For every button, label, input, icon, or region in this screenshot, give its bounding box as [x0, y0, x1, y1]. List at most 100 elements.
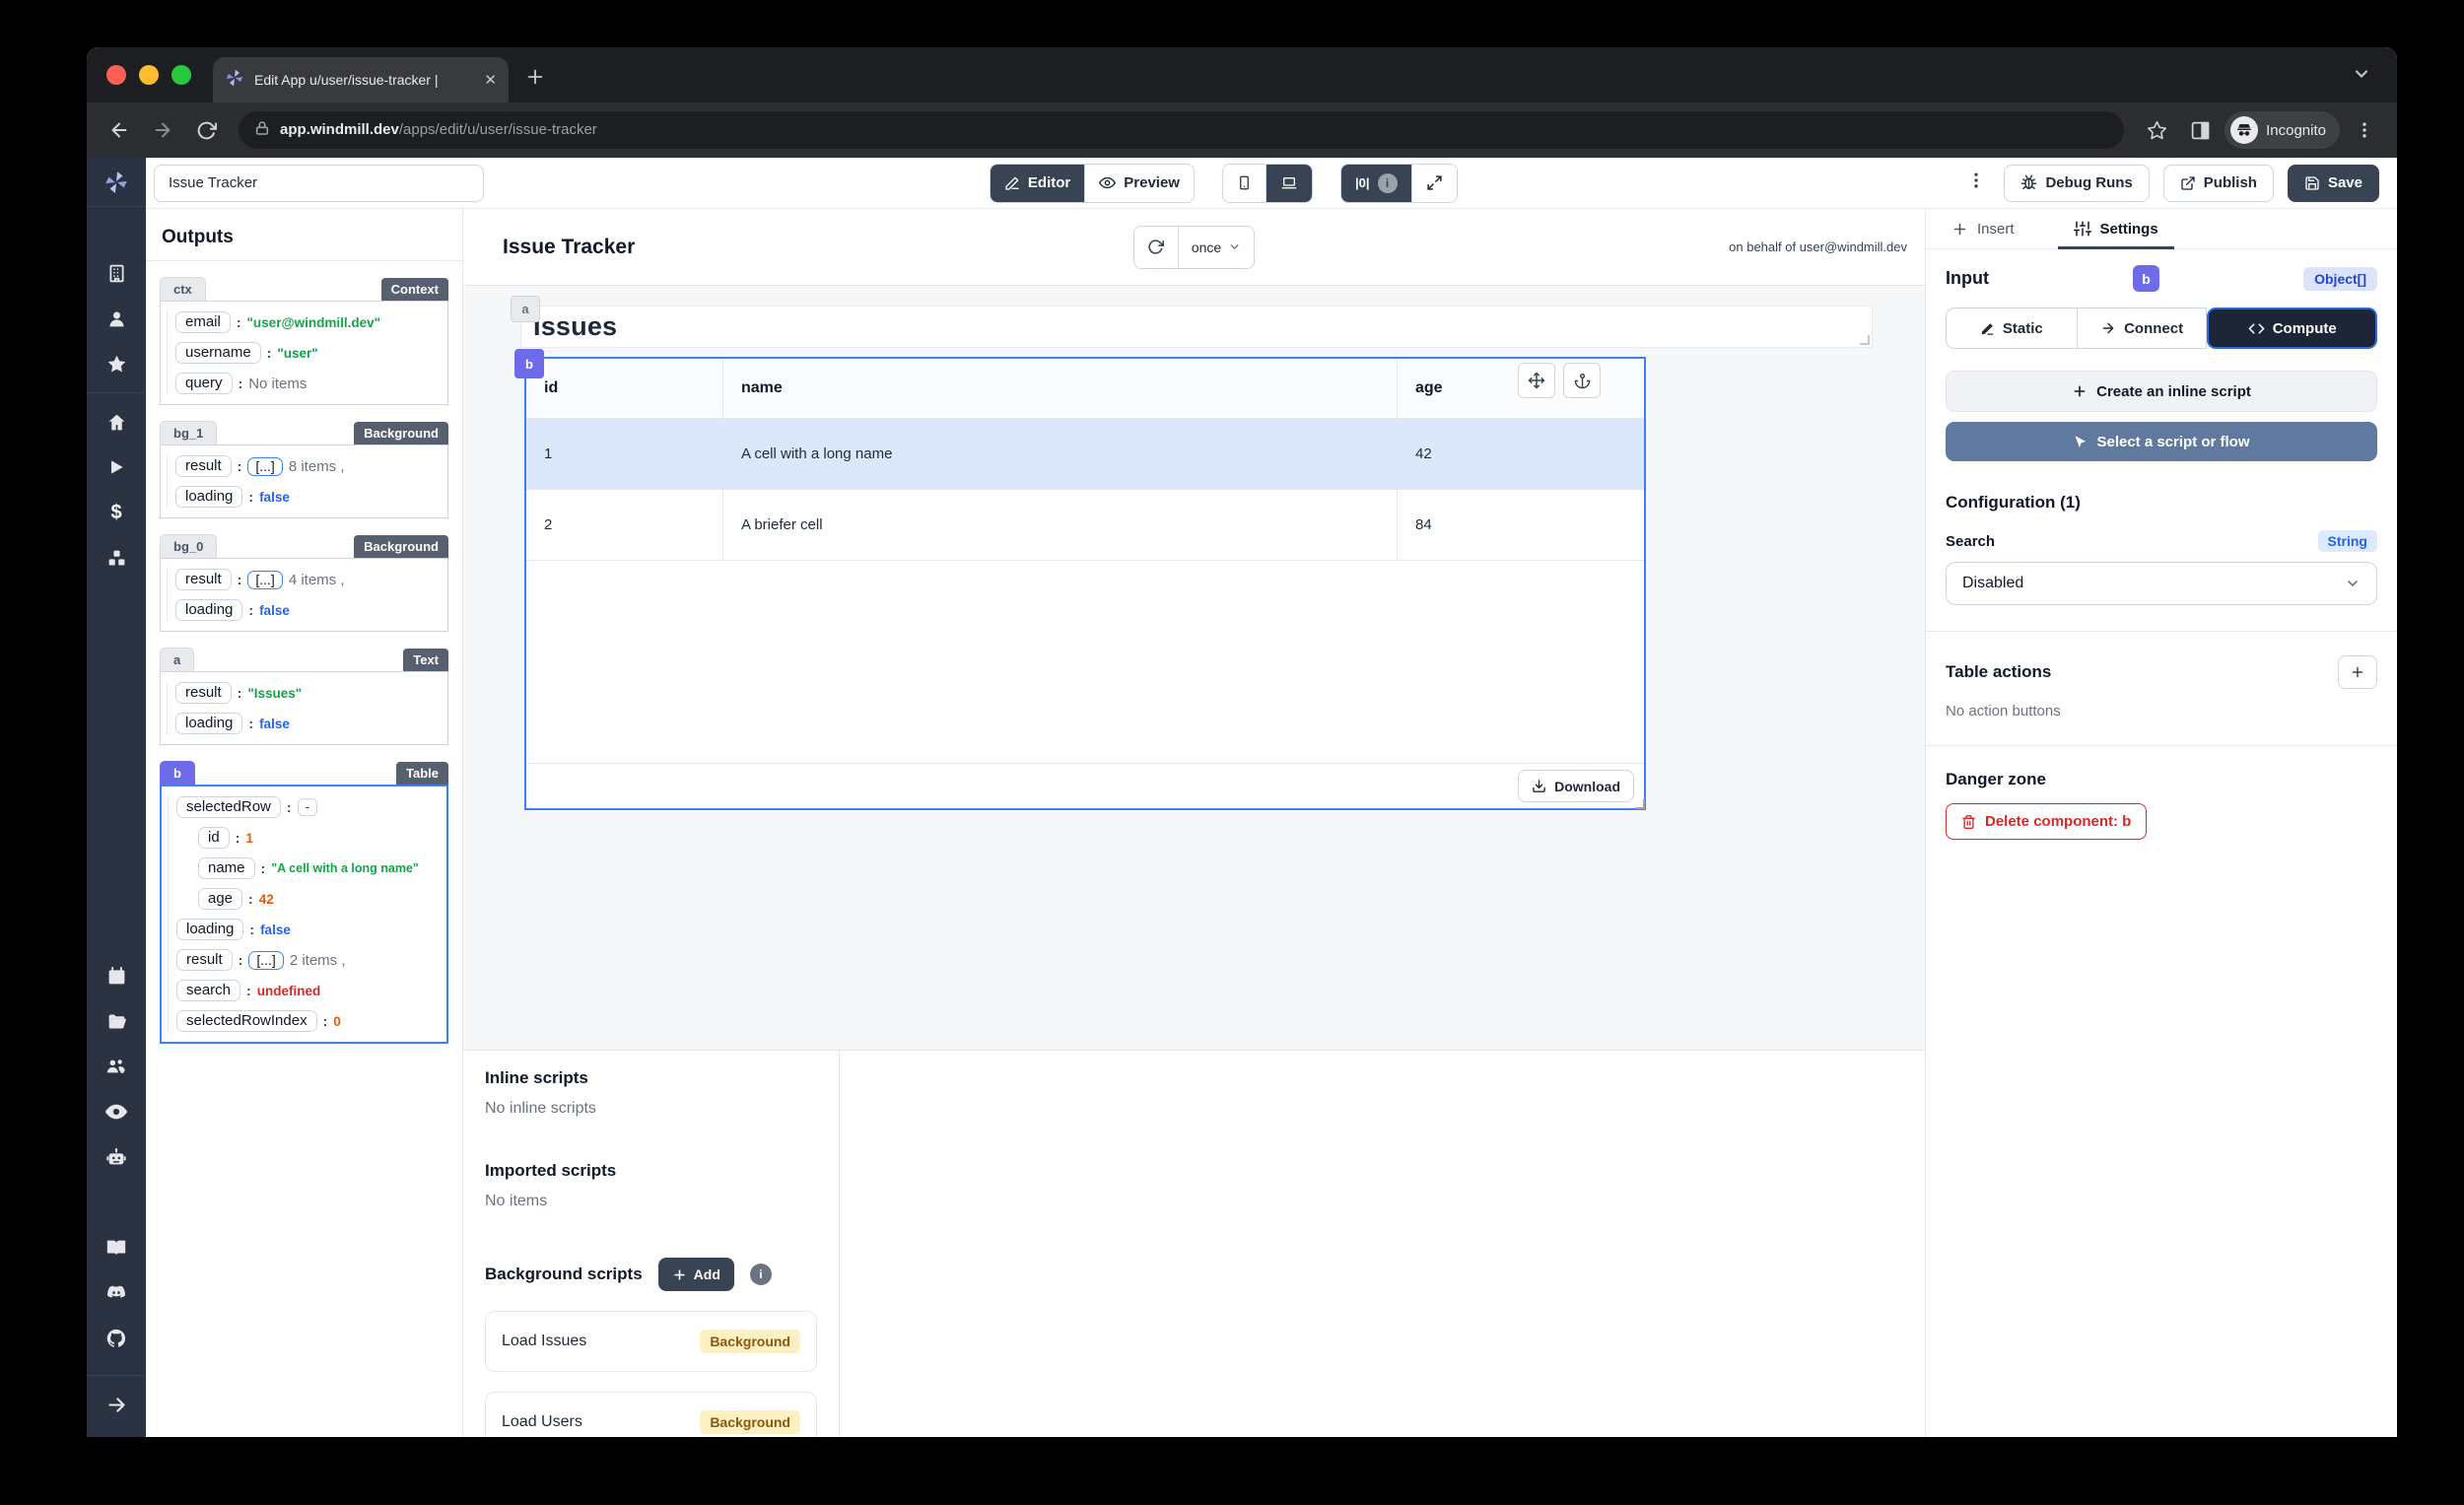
url-input[interactable]: app.windmill.dev/apps/edit/u/user/issue-… [239, 111, 2125, 149]
table-header-cell[interactable]: id [526, 359, 723, 418]
more-options-icon[interactable] [1962, 171, 1990, 195]
output-row[interactable]: id:1 [198, 827, 439, 849]
info-icon[interactable]: i [749, 1264, 772, 1285]
output-row[interactable]: search: undefined [176, 980, 439, 1001]
expand-array-button[interactable]: [...] [247, 570, 283, 589]
browser-tab[interactable]: Edit App u/user/issue-tracker | ✕ [213, 57, 509, 103]
resize-handle[interactable] [1860, 335, 1870, 345]
add-table-action-button[interactable] [2338, 655, 2377, 689]
component-id-tab[interactable]: ctx [160, 277, 206, 301]
discord-icon[interactable] [87, 1270, 146, 1316]
static-mode-button[interactable]: Static [1946, 308, 2077, 349]
tab-close-icon[interactable]: ✕ [484, 71, 497, 89]
user-icon[interactable] [87, 296, 146, 341]
move-component-button[interactable] [1518, 363, 1555, 398]
app-canvas[interactable]: a Issues b id name age 1 A cell with a l… [463, 286, 1925, 1050]
workers-robot-icon[interactable] [87, 1134, 146, 1180]
create-inline-script-button[interactable]: Create an inline script [1946, 371, 2377, 412]
delete-component-button[interactable]: Delete component: b [1946, 803, 2148, 840]
add-background-script-button[interactable]: Add [657, 1258, 734, 1291]
output-row[interactable]: loading: false [175, 486, 440, 508]
output-row[interactable]: loading: false [175, 713, 440, 734]
maximize-window-button[interactable] [171, 65, 191, 85]
tab-insert[interactable]: Insert [1948, 209, 2019, 248]
browser-menu-icon[interactable] [2346, 111, 2383, 149]
component-id-tab[interactable]: bg_1 [160, 421, 218, 445]
home-icon[interactable] [87, 399, 146, 445]
collapse-sidebar-arrow-icon[interactable] [87, 1382, 146, 1427]
anchor-component-button[interactable] [1563, 363, 1601, 398]
favorites-star-icon[interactable] [87, 341, 146, 386]
workspace-icon[interactable] [87, 250, 146, 296]
text-component-value: Issues [533, 311, 618, 341]
bookmark-star-icon[interactable] [2138, 111, 2175, 149]
github-icon[interactable] [87, 1316, 146, 1361]
expand-array-button[interactable]: [...] [248, 950, 284, 970]
output-row[interactable]: loading: false [175, 599, 440, 621]
output-row[interactable]: selectedRowIndex:0 [176, 1010, 439, 1032]
audit-logs-eye-icon[interactable] [87, 1089, 146, 1134]
output-row[interactable]: username: "user" [175, 342, 440, 364]
table-component-selected[interactable]: id name age 1 A cell with a long name 42… [524, 357, 1646, 810]
preview-tab[interactable]: Preview [1084, 164, 1194, 202]
incognito-badge[interactable]: Incognito [2224, 111, 2340, 149]
refresh-button[interactable] [1133, 226, 1178, 268]
output-row[interactable]: result: [...] 8 items , [175, 455, 440, 477]
resize-handle[interactable] [1635, 799, 1645, 809]
background-script-item[interactable]: Load Users Background [485, 1392, 817, 1437]
output-row[interactable]: result: [...] 4 items , [175, 569, 440, 590]
reload-icon[interactable] [187, 111, 225, 149]
refresh-mode-dropdown[interactable]: once [1177, 226, 1255, 268]
background-script-item[interactable]: Load Issues Background [485, 1311, 817, 1372]
download-button[interactable]: Download [1518, 770, 1634, 802]
output-row[interactable]: age:42 [198, 888, 439, 910]
fullscreen-button[interactable] [1410, 164, 1457, 202]
editor-tab[interactable]: Editor [990, 164, 1085, 202]
output-row[interactable]: loading: false [176, 919, 439, 940]
hide-panels-button[interactable]: |0| i [1340, 164, 1411, 202]
schedules-calendar-icon[interactable] [87, 953, 146, 998]
publish-button[interactable]: Publish [2162, 164, 2274, 202]
save-button[interactable]: Save [2287, 164, 2379, 202]
output-row[interactable]: name: "A cell with a long name" [198, 857, 439, 879]
select-script-or-flow-button[interactable]: Select a script or flow [1946, 422, 2377, 461]
debug-runs-button[interactable]: Debug Runs [2004, 164, 2150, 202]
component-id-tab[interactable]: a [160, 648, 195, 671]
resources-icon[interactable] [87, 535, 146, 581]
component-label-b[interactable]: b [514, 349, 544, 378]
output-row[interactable]: result: "Issues" [175, 682, 440, 704]
table-header-cell[interactable]: name [723, 359, 1398, 418]
variables-icon[interactable]: $ [87, 490, 146, 535]
output-row[interactable]: email: "user@windmill.dev" [175, 311, 440, 333]
close-window-button[interactable] [106, 65, 126, 85]
tab-search-chevron-icon[interactable] [2352, 64, 2371, 89]
collapse-object-button[interactable]: - [297, 798, 317, 816]
new-tab-button[interactable] [524, 66, 546, 93]
docs-book-icon[interactable] [87, 1225, 146, 1270]
tab-settings[interactable]: Settings [2057, 209, 2174, 249]
component-id-tab[interactable]: bg_0 [160, 534, 218, 558]
output-row[interactable]: query: No items [175, 373, 440, 394]
groups-icon[interactable] [87, 1044, 146, 1089]
minimize-window-button[interactable] [139, 65, 159, 85]
component-label-a[interactable]: a [511, 296, 540, 322]
back-icon[interactable] [101, 111, 138, 149]
component-id-tab-selected[interactable]: b [160, 761, 195, 785]
mobile-view-button[interactable] [1222, 164, 1266, 202]
runs-play-icon[interactable] [87, 445, 146, 490]
table-row[interactable]: 2 A briefer cell 84 [526, 490, 1644, 561]
side-panel-icon[interactable] [2181, 111, 2219, 149]
forward-icon[interactable] [144, 111, 181, 149]
output-row[interactable]: selectedRow: - [176, 796, 439, 818]
compute-mode-button[interactable]: Compute [2207, 308, 2377, 349]
output-row[interactable]: result: [...] 2 items , [176, 949, 439, 971]
text-component[interactable]: Issues [520, 306, 1873, 348]
windmill-logo[interactable] [87, 158, 146, 207]
search-mode-select[interactable]: Disabled [1946, 562, 2377, 605]
connect-mode-button[interactable]: Connect [2076, 308, 2208, 349]
app-name-input[interactable] [154, 164, 484, 202]
table-row-selected[interactable]: 1 A cell with a long name 42 [526, 419, 1644, 490]
folders-icon[interactable] [87, 998, 146, 1044]
desktop-view-button[interactable] [1265, 164, 1312, 202]
expand-array-button[interactable]: [...] [247, 456, 283, 476]
